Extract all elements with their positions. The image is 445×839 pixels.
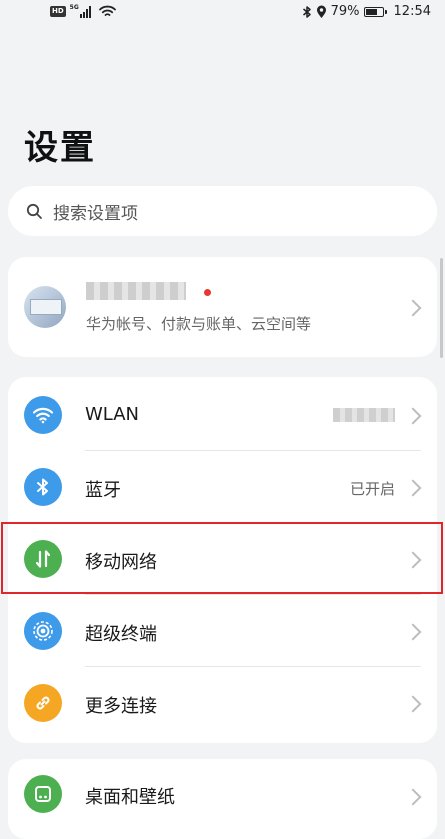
settings-row-label: WLAN <box>85 404 140 425</box>
network-type-label: 5G <box>69 3 79 11</box>
wlan-ssid-redacted <box>333 408 395 422</box>
settings-row-label: 蓝牙 <box>85 480 121 501</box>
wifi-status-icon <box>98 5 116 18</box>
settings-row-more-connections[interactable]: 更多连接 <box>8 667 437 739</box>
chevron-right-icon <box>404 407 422 425</box>
chevron-right-icon <box>404 623 422 641</box>
status-bar: HD 5G 79% 12:54 <box>0 0 445 30</box>
bluetooth-status-value: 已开启 <box>349 480 395 498</box>
battery-level-fill <box>365 8 378 15</box>
settings-row-label: 桌面和壁纸 <box>85 787 175 808</box>
settings-row-wallpaper[interactable]: 桌面和壁纸 <box>8 761 437 833</box>
bluetooth-icon <box>24 468 62 506</box>
settings-row-wlan[interactable]: WLAN <box>8 379 437 451</box>
scrollbar[interactable] <box>440 258 443 358</box>
network-settings-card: WLAN 蓝牙 已开启 移动网络 超级终端 更多连接 <box>8 377 437 743</box>
hd-badge: HD <box>50 6 66 17</box>
settings-row-super-device[interactable]: 超级终端 <box>8 595 437 667</box>
chevron-right-icon <box>404 479 422 497</box>
account-name-redacted <box>86 282 186 300</box>
link-icon <box>24 684 62 722</box>
status-left-group: HD 5G <box>50 3 116 18</box>
page-title: 设置 <box>24 128 96 168</box>
search-icon <box>26 203 43 220</box>
avatar <box>24 286 66 328</box>
account-card[interactable]: 华为帐号、付款与账单、云空间等 <box>8 257 437 357</box>
search-input[interactable]: 搜索设置项 <box>8 186 437 236</box>
battery-icon <box>363 6 387 17</box>
chevron-right-icon <box>404 788 422 806</box>
settings-row-bluetooth[interactable]: 蓝牙 已开启 <box>8 451 437 523</box>
settings-row-mobile-network[interactable]: 移动网络 <box>8 523 437 595</box>
battery-percent: 79% <box>330 4 360 19</box>
super-device-icon <box>24 612 62 650</box>
chevron-right-icon <box>404 695 422 713</box>
search-placeholder: 搜索设置项 <box>53 203 138 224</box>
settings-row-label: 超级终端 <box>85 624 157 645</box>
display-settings-card: 桌面和壁纸 <box>8 759 437 839</box>
settings-row-label: 移动网络 <box>85 552 157 573</box>
settings-row-label: 更多连接 <box>85 696 157 717</box>
clock: 12:54 <box>393 4 431 19</box>
status-right-group: 79% 12:54 <box>302 4 431 19</box>
wallpaper-icon <box>24 775 62 813</box>
bluetooth-status-icon <box>302 5 312 19</box>
cellular-signal-icon: 5G <box>69 3 91 18</box>
location-status-icon <box>316 5 327 19</box>
chevron-right-icon <box>404 299 422 317</box>
notification-dot <box>204 289 211 296</box>
account-subtitle: 华为帐号、付款与账单、云空间等 <box>86 315 312 333</box>
mobile-data-icon <box>24 540 62 578</box>
wifi-icon <box>24 396 62 434</box>
chevron-right-icon <box>404 551 422 569</box>
